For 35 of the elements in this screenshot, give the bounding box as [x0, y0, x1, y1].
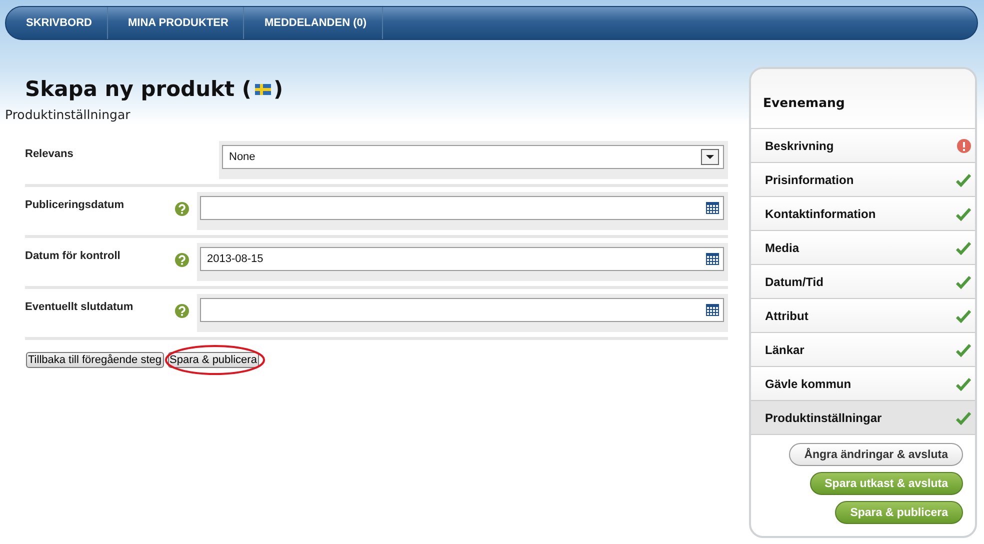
checkmark-icon: [956, 240, 971, 254]
checkmark-icon: [956, 308, 971, 322]
form-button[interactable]: Spara & publicera: [168, 352, 259, 368]
form-button[interactable]: Tillbaka till föregående steg: [26, 352, 164, 368]
date-field[interactable]: [200, 196, 724, 220]
sidebar-title: Evenemang: [751, 69, 975, 129]
date-field[interactable]: 2013-08-15: [200, 247, 724, 271]
page-title: Skapa ny produkt (: [25, 77, 252, 101]
checkmark-icon: [956, 342, 971, 356]
help-icon[interactable]: [175, 202, 189, 216]
field-label: Eventuellt slutdatum: [25, 300, 134, 315]
help-icon[interactable]: [175, 253, 189, 267]
title-paren: ): [273, 77, 284, 101]
field-label: Relevans: [25, 147, 74, 162]
checkmark-icon: [956, 206, 971, 220]
nav-tab[interactable]: SKRIVBORD: [6, 7, 108, 39]
sidebar-button[interactable]: Ångra ändringar & avsluta: [789, 443, 963, 466]
checkmark-icon: [956, 274, 971, 288]
error-icon: [957, 138, 971, 152]
nav-tab[interactable]: MINA PRODUKTER: [108, 7, 244, 39]
checkmark-icon: [956, 410, 971, 424]
field-label: Publiceringsdatum: [25, 198, 126, 213]
section-subtitle: Produktinställningar: [5, 107, 132, 122]
flag-icon: [255, 84, 272, 94]
checkmark-icon: [956, 376, 971, 390]
dropdown-field[interactable]: None: [222, 145, 724, 169]
field-label: Datum för kontroll: [25, 249, 122, 264]
calendar-icon: [706, 202, 719, 214]
help-icon[interactable]: [175, 304, 189, 318]
nav-tab[interactable]: MEDDELANDEN (0): [244, 7, 383, 39]
calendar-icon: [706, 253, 719, 265]
checkmark-icon: [956, 172, 971, 186]
date-field[interactable]: [200, 298, 724, 322]
sidebar-item[interactable]: Produktinställningar: [751, 401, 975, 435]
calendar-icon: [706, 304, 719, 316]
